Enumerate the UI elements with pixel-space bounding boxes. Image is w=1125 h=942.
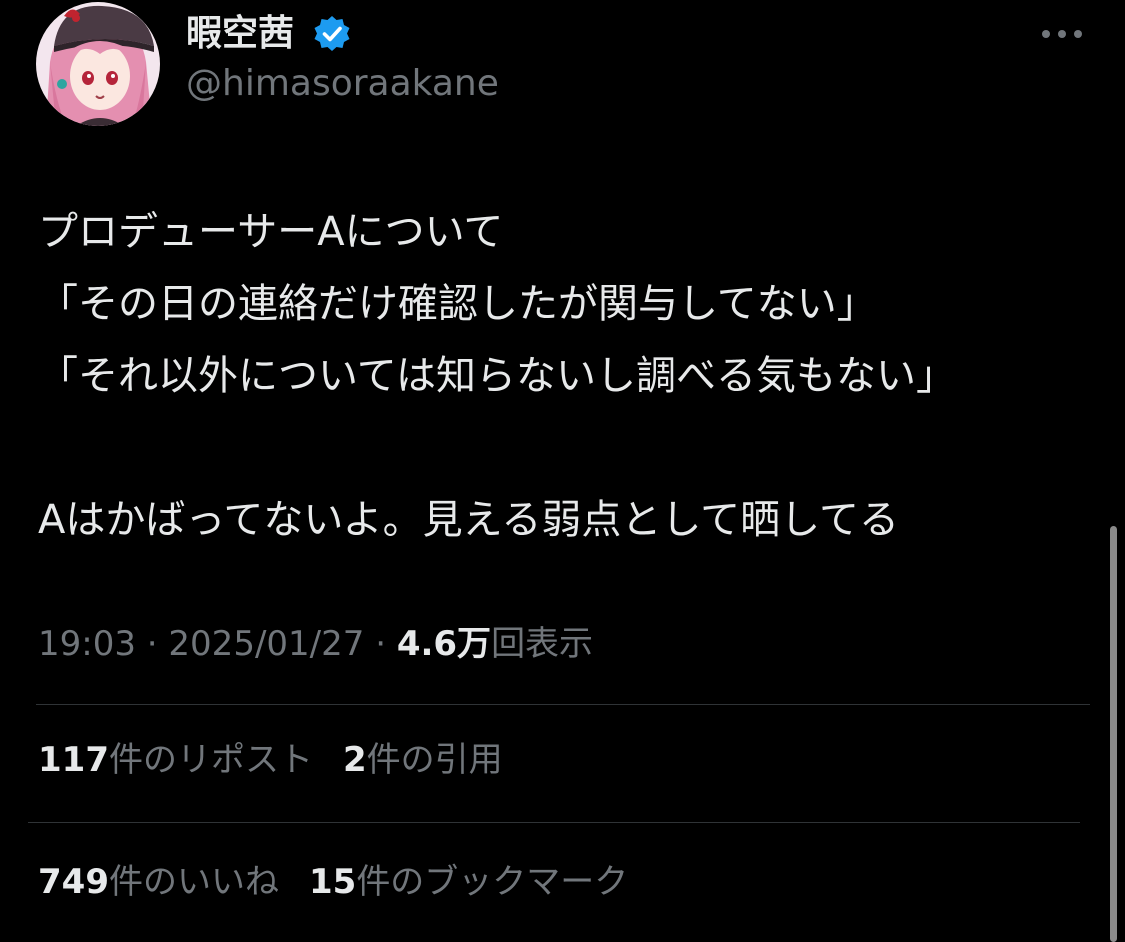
reposts-stat[interactable]: 117件のリポスト: [38, 736, 313, 784]
bookmarks-count: 15: [308, 862, 357, 902]
scrollbar[interactable]: [1110, 526, 1117, 942]
divider: [36, 704, 1090, 705]
divider: [28, 822, 1080, 823]
bookmarks-label: 件のブックマーク: [356, 862, 629, 902]
quotes-label: 件の引用: [366, 740, 503, 780]
tweet-text: プロデューサーAについて 「その日の連絡だけ確認したが関与してない」 「それ以外…: [38, 196, 1098, 556]
reposts-label: 件のリポスト: [108, 740, 313, 780]
meta-separator: ·: [135, 624, 169, 664]
avatar[interactable]: [36, 2, 160, 126]
tweet-meta: 19:03 · 2025/01/27 · 4.6万回表示: [38, 620, 593, 668]
tweet-line: Aはかばってないよ。見える弱点として晒してる: [38, 497, 899, 543]
tweet-line: 「それ以外については知らないし調べる気もない」: [38, 353, 956, 399]
quotes-count: 2: [342, 740, 367, 780]
views-count: 4.6万: [396, 624, 492, 664]
verified-badge-icon[interactable]: [312, 14, 352, 54]
tweet-line: 「その日の連絡だけ確認したが関与してない」: [38, 281, 877, 327]
tweet-time[interactable]: 19:03: [38, 624, 136, 664]
meta-separator: ·: [364, 624, 397, 664]
tweet-line: [38, 412, 1098, 484]
tweet-date[interactable]: 2025/01/27: [168, 624, 364, 664]
likes-count: 749: [38, 862, 109, 902]
display-name[interactable]: 暇空茜: [186, 12, 294, 56]
likes-label: 件のいいね: [108, 862, 279, 902]
quotes-stat[interactable]: 2件の引用: [343, 736, 503, 784]
user-handle[interactable]: @himasoraakane: [186, 62, 499, 106]
engagement-row-likes: 749件のいいね 15件のブックマーク: [38, 858, 628, 906]
likes-stat[interactable]: 749件のいいね: [38, 858, 279, 906]
views-label: 回表示: [491, 624, 594, 664]
tweet-line: プロデューサーAについて: [38, 209, 504, 255]
reposts-count: 117: [38, 740, 109, 780]
more-options-icon[interactable]: [1036, 20, 1088, 48]
bookmarks-stat[interactable]: 15件のブックマーク: [309, 858, 628, 906]
engagement-row-reposts: 117件のリポスト 2件の引用: [38, 736, 503, 784]
